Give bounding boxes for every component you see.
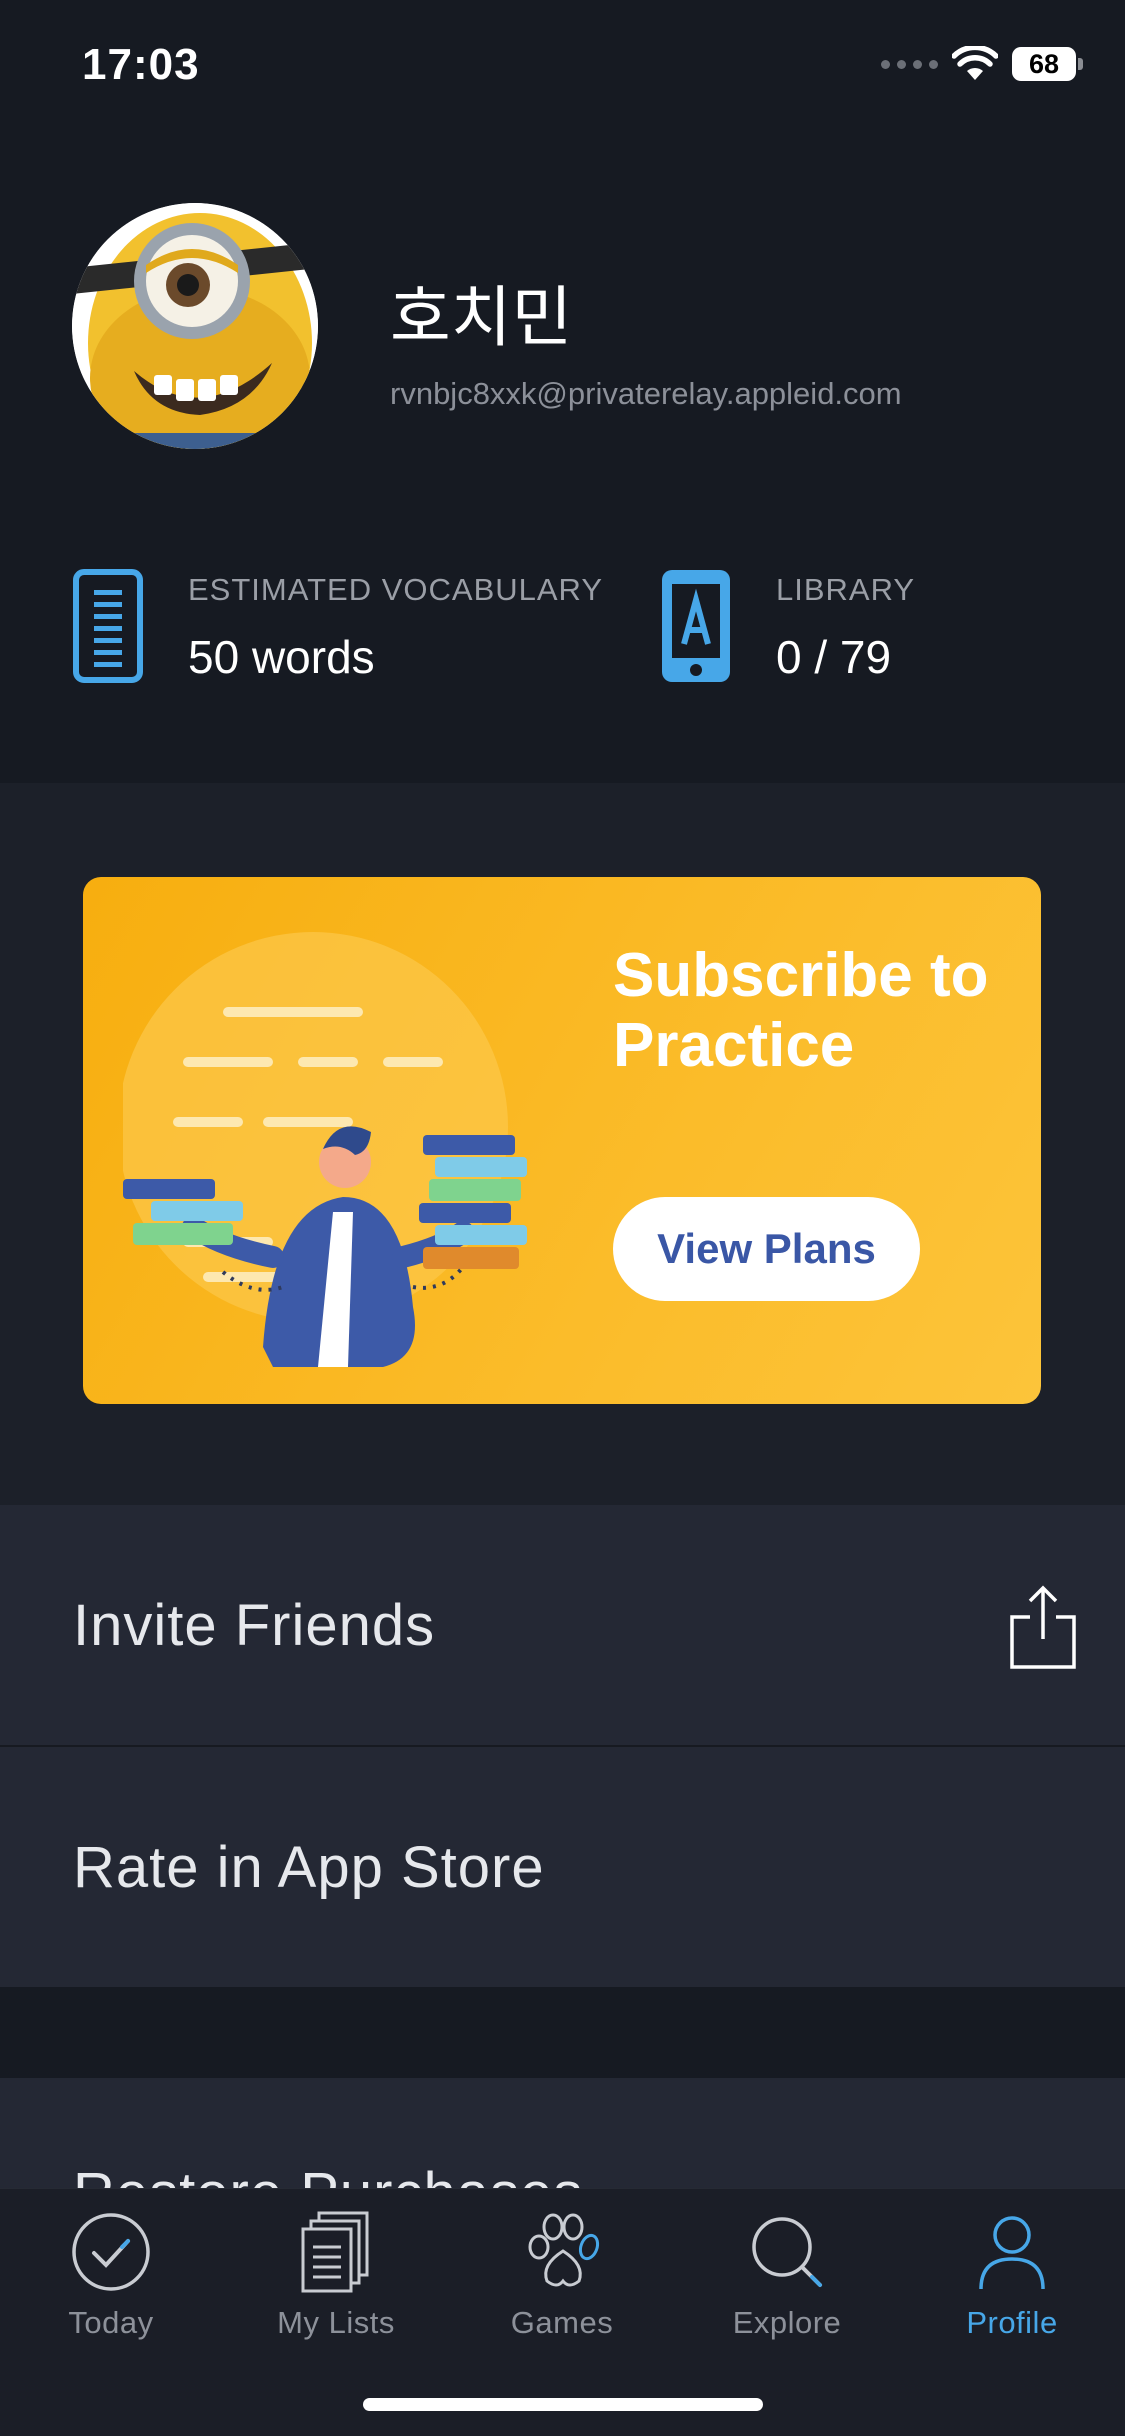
subscribe-banner[interactable]: Subscribe to Practice View Plans xyxy=(83,877,1041,1404)
user-name: 호치민 xyxy=(390,279,573,356)
status-indicators: 68 xyxy=(881,46,1083,82)
home-indicator[interactable] xyxy=(363,2398,763,2411)
cellular-signal-icon xyxy=(881,59,938,69)
battery-level: 68 xyxy=(1012,47,1076,81)
profile-screen: 17:03 68 호치민 rvnbjc8xxk@privaterelay.app… xyxy=(0,0,1125,2436)
person-icon xyxy=(979,2216,1045,2290)
view-plans-button[interactable]: View Plans xyxy=(613,1197,920,1301)
minion-avatar-image xyxy=(72,203,318,449)
status-time: 17:03 xyxy=(82,40,200,89)
banner-section: Subscribe to Practice View Plans xyxy=(0,783,1125,1505)
phone-letter-a-icon xyxy=(662,570,730,682)
banner-title: Subscribe to Practice xyxy=(613,941,989,1080)
tab-profile[interactable]: Profile xyxy=(912,2207,1112,2341)
stat-library: LIBRARY 0 / 79 xyxy=(660,568,915,684)
tab-today[interactable]: Today xyxy=(11,2207,211,2341)
user-email: rvnbjc8xxk@privaterelay.appleid.com xyxy=(390,376,902,411)
vocabulary-list-icon xyxy=(73,569,143,683)
invite-friends-label: Invite Friends xyxy=(73,1592,436,1658)
avatar[interactable] xyxy=(72,203,318,449)
tab-my-lists-label: My Lists xyxy=(277,2305,395,2340)
tab-profile-label: Profile xyxy=(966,2305,1058,2340)
paw-icon xyxy=(528,2213,600,2287)
section-gap xyxy=(0,1987,1125,2078)
tab-explore[interactable]: Explore xyxy=(687,2207,887,2341)
tab-my-lists[interactable]: My Lists xyxy=(236,2207,436,2341)
tab-games[interactable]: Games xyxy=(462,2207,662,2341)
stat-vocabulary-value: 50 words xyxy=(188,631,375,683)
juggling-books-illustration xyxy=(123,932,527,1367)
stat-vocabulary: ESTIMATED VOCABULARY 50 words xyxy=(72,568,603,684)
stat-library-value: 0 / 79 xyxy=(776,631,892,683)
stat-vocabulary-label: ESTIMATED VOCABULARY xyxy=(188,572,604,607)
tab-explore-label: Explore xyxy=(732,2305,842,2340)
tab-games-label: Games xyxy=(510,2305,614,2340)
rate-app-row[interactable]: Rate in App Store xyxy=(0,1747,1125,1987)
stat-library-label: LIBRARY xyxy=(776,572,916,607)
tab-today-label: Today xyxy=(68,2305,154,2340)
wifi-icon xyxy=(952,46,998,80)
invite-friends-row[interactable]: Invite Friends xyxy=(0,1505,1125,1745)
battery-icon: 68 xyxy=(1012,47,1083,81)
magnifier-icon xyxy=(752,2217,822,2287)
check-circle-icon xyxy=(72,2213,150,2291)
share-icon[interactable] xyxy=(1008,1585,1078,1671)
document-stack-icon xyxy=(301,2211,369,2293)
rate-app-label: Rate in App Store xyxy=(73,1834,545,1900)
